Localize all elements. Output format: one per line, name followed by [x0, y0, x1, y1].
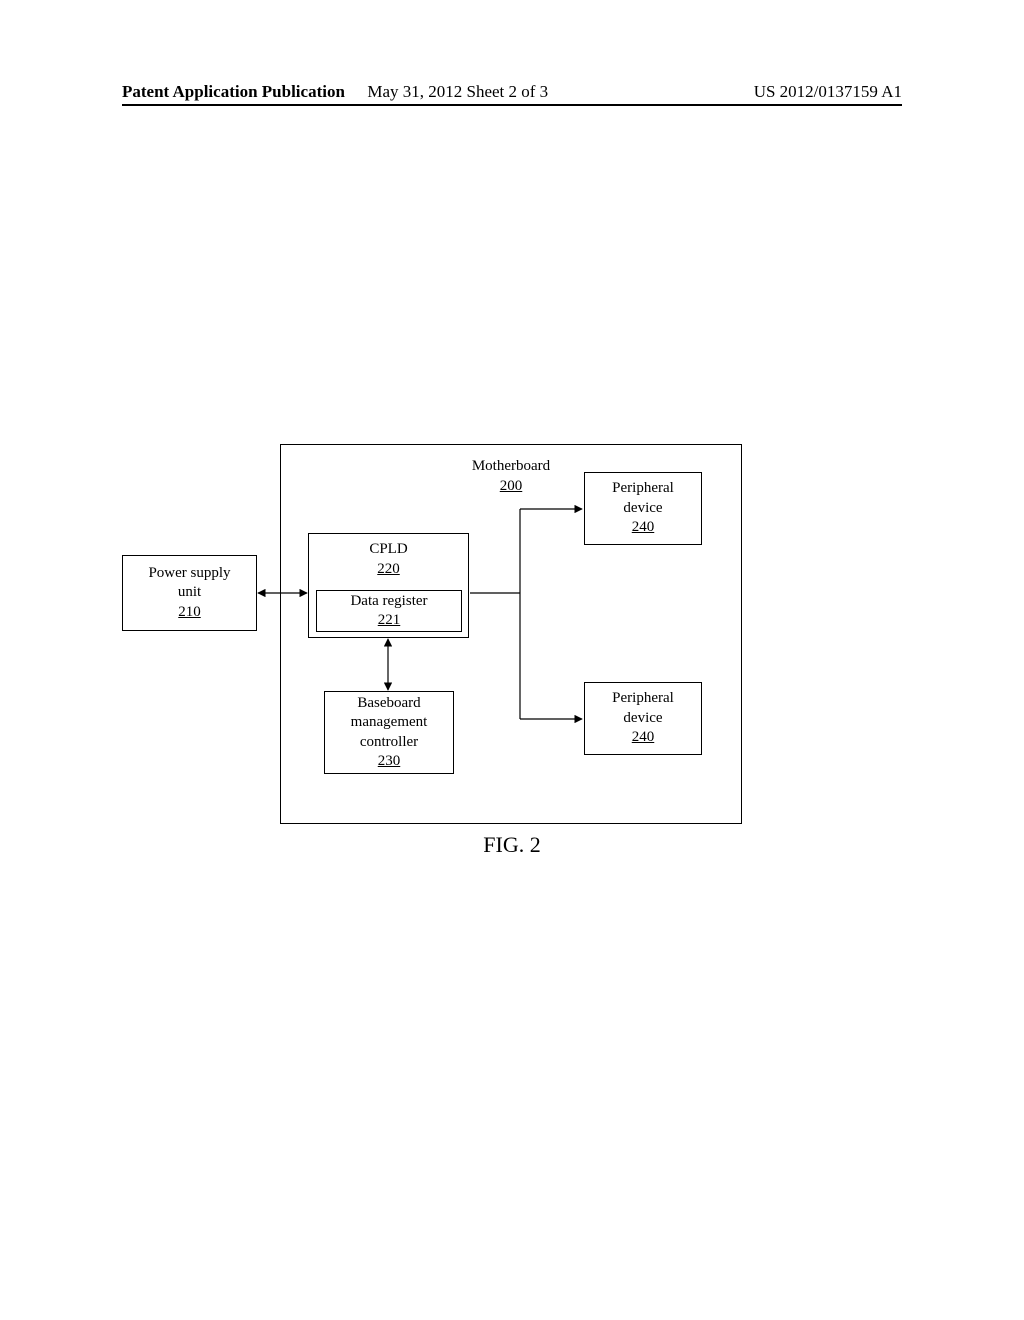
bmc-ref: 230 [378, 752, 401, 772]
date-sheet: May 31, 2012 Sheet 2 of 3 [367, 82, 548, 102]
psu-ref: 210 [178, 603, 201, 623]
motherboard-label: Motherboard [472, 457, 550, 477]
figure-caption: FIG. 2 [483, 832, 540, 858]
publication-type: Patent Application Publication [122, 82, 345, 102]
data-register-block: Data register 221 [316, 590, 462, 632]
psu-label-1: Power supply [148, 564, 230, 584]
pd2-label-2: device [623, 709, 662, 729]
bmc-block: Baseboard management controller 230 [324, 691, 454, 774]
power-supply-unit-block: Power supply unit 210 [122, 555, 257, 631]
block-diagram: Power supply unit 210 Motherboard 200 CP… [122, 438, 902, 848]
pd2-label-1: Peripheral [612, 689, 674, 709]
bmc-label-1: Baseboard [357, 694, 420, 714]
motherboard-label-group: Motherboard 200 [472, 457, 550, 496]
pd1-label-1: Peripheral [612, 479, 674, 499]
data-register-label: Data register [350, 592, 427, 612]
motherboard-ref: 200 [472, 477, 550, 497]
peripheral-device-1-block: Peripheral device 240 [584, 472, 702, 545]
pd1-label-2: device [623, 499, 662, 519]
data-register-ref: 221 [378, 611, 401, 631]
cpld-label: CPLD [315, 540, 462, 560]
pd1-ref: 240 [632, 518, 655, 538]
header-rule [122, 104, 902, 106]
publication-number: US 2012/0137159 A1 [754, 82, 902, 102]
bmc-label-2: management [351, 713, 428, 733]
cpld-ref: 220 [315, 560, 462, 580]
bmc-label-3: controller [360, 733, 418, 753]
page-header: Patent Application Publication May 31, 2… [122, 82, 902, 102]
pd2-ref: 240 [632, 728, 655, 748]
peripheral-device-2-block: Peripheral device 240 [584, 682, 702, 755]
psu-label-2: unit [178, 583, 201, 603]
